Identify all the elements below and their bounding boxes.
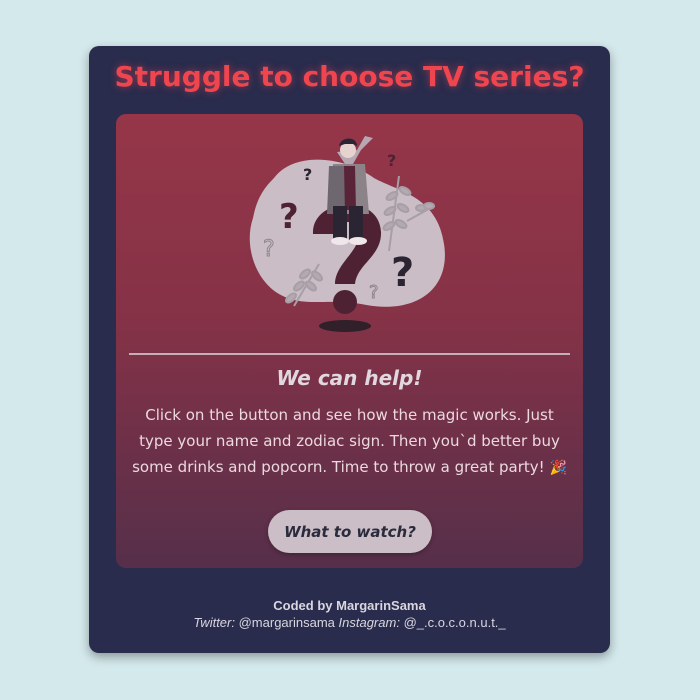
page-title: Struggle to choose TV series? [114, 60, 585, 93]
svg-text:?: ? [303, 165, 312, 184]
divider [129, 353, 570, 355]
section-subtitle: We can help! [276, 366, 423, 390]
confused-person-question-marks-icon: ? ? ? ? ? ? [249, 136, 445, 332]
what-to-watch-button[interactable]: What to watch? [268, 510, 432, 553]
content-panel: ? ? ? ? ? ? We can help! Click on the bu… [116, 114, 583, 568]
description: Click on the button and see how the magi… [130, 402, 569, 481]
footer: Coded by MargarinSama Twitter: @margarin… [89, 597, 610, 632]
instagram-label: Instagram: [338, 615, 400, 630]
instagram-link[interactable]: @_.c.o.c.o.n.u.t._ [404, 615, 506, 630]
svg-text:?: ? [279, 197, 299, 237]
twitter-link[interactable]: @margarinsama [239, 615, 335, 630]
svg-text:?: ? [263, 237, 275, 262]
twitter-label: Twitter: [193, 615, 235, 630]
svg-text:?: ? [387, 151, 396, 170]
svg-text:?: ? [369, 282, 379, 303]
party-popper-icon: 🎉 [549, 460, 567, 476]
main-card: Struggle to choose TV series? ? ? ? ? ? … [89, 46, 610, 653]
footer-social: Twitter: @margarinsama Instagram: @_.c.o… [89, 614, 610, 632]
svg-text:?: ? [391, 250, 414, 296]
footer-credit: Coded by MargarinSama [273, 598, 426, 613]
description-text: Click on the button and see how the magi… [132, 406, 560, 476]
